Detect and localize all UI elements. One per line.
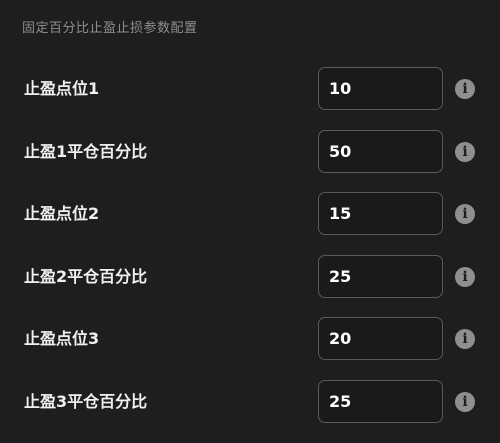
info-icon[interactable]: i [455,204,475,224]
info-icon[interactable]: i [455,142,475,162]
take-profit-2-close-percent-input[interactable] [318,255,443,298]
row-take-profit-level-1: 止盈点位1 i [0,67,500,111]
take-profit-3-close-percent-label: 止盈3平仓百分比 [24,392,148,411]
row-take-profit-level-3: 止盈点位3 i [0,317,500,361]
take-profit-2-close-percent-label: 止盈2平仓百分比 [24,267,148,286]
section-title: 固定百分比止盈止损参数配置 [22,21,198,36]
info-icon[interactable]: i [455,329,475,349]
take-profit-level-1-input[interactable] [318,67,443,110]
take-profit-3-close-percent-input[interactable] [318,380,443,423]
take-profit-config-panel: 固定百分比止盈止损参数配置 止盈点位1 i 止盈1平仓百分比 i 止盈点位2 i… [0,0,500,443]
row-take-profit-2-close-percent: 止盈2平仓百分比 i [0,255,500,299]
row-take-profit-3-close-percent: 止盈3平仓百分比 i [0,380,500,424]
take-profit-level-1-label: 止盈点位1 [24,79,100,98]
take-profit-level-2-input[interactable] [318,192,443,235]
row-take-profit-1-close-percent: 止盈1平仓百分比 i [0,130,500,174]
row-take-profit-level-2: 止盈点位2 i [0,192,500,236]
take-profit-1-close-percent-label: 止盈1平仓百分比 [24,142,148,161]
info-icon[interactable]: i [455,79,475,99]
take-profit-level-3-label: 止盈点位3 [24,329,100,348]
info-icon[interactable]: i [455,392,475,412]
take-profit-level-2-label: 止盈点位2 [24,204,100,223]
info-icon[interactable]: i [455,267,475,287]
take-profit-level-3-input[interactable] [318,317,443,360]
take-profit-1-close-percent-input[interactable] [318,130,443,173]
